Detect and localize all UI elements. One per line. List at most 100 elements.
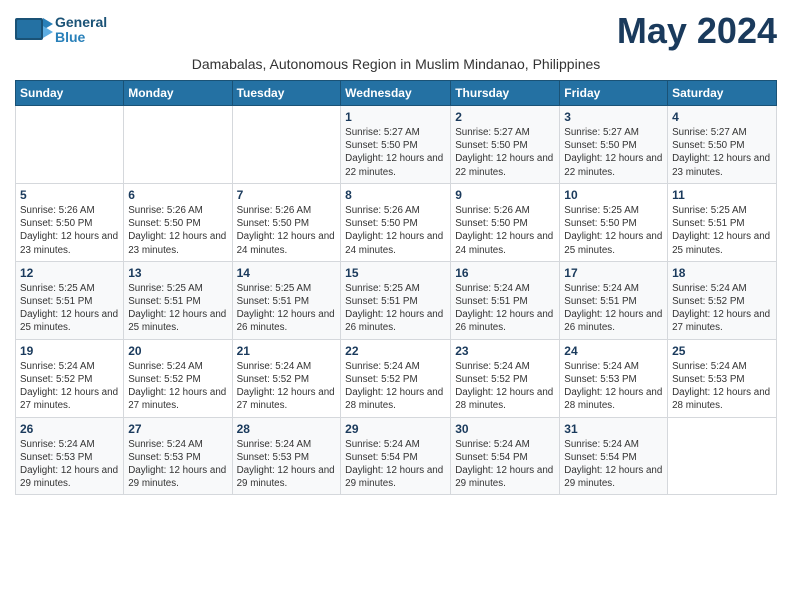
day-info: Sunrise: 5:25 AMSunset: 5:51 PMDaylight:…: [237, 282, 337, 335]
week-row-5: 26 Sunrise: 5:24 AMSunset: 5:53 PMDayligh…: [16, 417, 777, 495]
day-number: 7: [237, 188, 337, 202]
logo-blue: Blue: [55, 30, 107, 45]
week-row-1: 1 Sunrise: 5:27 AMSunset: 5:50 PMDaylight…: [16, 106, 777, 184]
day-number: 4: [672, 110, 772, 124]
logo-icon: [15, 14, 53, 46]
day-number: 10: [564, 188, 663, 202]
calendar-cell: 14 Sunrise: 5:25 AMSunset: 5:51 PMDayligh…: [232, 261, 341, 339]
calendar-cell: 29 Sunrise: 5:24 AMSunset: 5:54 PMDayligh…: [341, 417, 451, 495]
day-info: Sunrise: 5:24 AMSunset: 5:51 PMDaylight:…: [564, 282, 663, 335]
day-number: 21: [237, 344, 337, 358]
day-number: 11: [672, 188, 772, 202]
calendar-cell: 5Sunrise: 5:26 AMSunset: 5:50 PMDaylight…: [16, 183, 124, 261]
day-number: 30: [455, 422, 555, 436]
calendar-cell: 26 Sunrise: 5:24 AMSunset: 5:53 PMDayligh…: [16, 417, 124, 495]
day-info: Sunrise: 5:24 AMSunset: 5:53 PMDaylight:…: [564, 360, 663, 413]
day-info: Sunrise: 5:27 AMSunset: 5:50 PMDaylight:…: [672, 126, 772, 179]
day-number: 31: [564, 422, 663, 436]
calendar-cell: 2 Sunrise: 5:27 AMSunset: 5:50 PMDaylight…: [451, 106, 560, 184]
day-header-wednesday: Wednesday: [341, 81, 451, 106]
week-row-4: 19 Sunrise: 5:24 AMSunset: 5:52 PMDayligh…: [16, 339, 777, 417]
calendar-cell: 3 Sunrise: 5:27 AMSunset: 5:50 PMDaylight…: [560, 106, 668, 184]
day-info: Sunrise: 5:27 AMSunset: 5:50 PMDaylight:…: [564, 126, 663, 179]
calendar-cell: 20Sunrise: 5:24 AMSunset: 5:52 PMDayligh…: [124, 339, 232, 417]
day-info: Sunrise: 5:24 AMSunset: 5:53 PMDaylight:…: [20, 438, 119, 491]
day-number: 26: [20, 422, 119, 436]
calendar-cell: 9 Sunrise: 5:26 AMSunset: 5:50 PMDaylight…: [451, 183, 560, 261]
calendar-cell: 12 Sunrise: 5:25 AMSunset: 5:51 PMDayligh…: [16, 261, 124, 339]
calendar-cell: 8 Sunrise: 5:26 AMSunset: 5:50 PMDaylight…: [341, 183, 451, 261]
day-info: Sunrise: 5:27 AMSunset: 5:50 PMDaylight:…: [345, 126, 446, 179]
day-info: Sunrise: 5:24 AMSunset: 5:53 PMDaylight:…: [672, 360, 772, 413]
day-header-thursday: Thursday: [451, 81, 560, 106]
calendar-cell: 19Sunrise: 5:24 AMSunset: 5:52 PMDayligh…: [16, 339, 124, 417]
month-title: May 2024: [617, 10, 777, 52]
calendar-cell: 4 Sunrise: 5:27 AMSunset: 5:50 PMDaylight…: [668, 106, 777, 184]
calendar-cell: 15Sunrise: 5:25 AMSunset: 5:51 PMDayligh…: [341, 261, 451, 339]
calendar-cell: 13Sunrise: 5:25 AMSunset: 5:51 PMDayligh…: [124, 261, 232, 339]
day-header-friday: Friday: [560, 81, 668, 106]
day-info: Sunrise: 5:26 AMSunset: 5:50 PMDaylight:…: [455, 204, 555, 257]
calendar-table: SundayMondayTuesdayWednesdayThursdayFrid…: [15, 80, 777, 495]
calendar-cell: 18 Sunrise: 5:24 AMSunset: 5:52 PMDayligh…: [668, 261, 777, 339]
week-row-2: 5 Sunrise: 5:26 AMSunset: 5:50 PMDaylight…: [16, 183, 777, 261]
day-number: 20: [128, 344, 227, 358]
calendar-cell: 31 Sunrise: 5:24 AMSunset: 5:54 PMDayligh…: [560, 417, 668, 495]
day-number: 28: [237, 422, 337, 436]
calendar-cell: 17 Sunrise: 5:24 AMSunset: 5:51 PMDayligh…: [560, 261, 668, 339]
day-number: 9: [455, 188, 555, 202]
calendar-cell: 24Sunrise: 5:24 AMSunset: 5:53 PMDayligh…: [560, 339, 668, 417]
day-number: 5: [20, 188, 119, 202]
day-number: 19: [20, 344, 119, 358]
day-header-sunday: Sunday: [16, 81, 124, 106]
calendar-cell: 7 Sunrise: 5:26 AMSunset: 5:50 PMDaylight…: [232, 183, 341, 261]
day-number: 18: [672, 266, 772, 280]
logo-text: General Blue: [55, 15, 107, 46]
calendar-cell: 11Sunrise: 5:25 AMSunset: 5:51 PMDayligh…: [668, 183, 777, 261]
header: General Blue May 2024: [15, 10, 777, 52]
logo-general: General: [55, 15, 107, 30]
day-info: Sunrise: 5:24 AMSunset: 5:54 PMDaylight:…: [345, 438, 446, 491]
day-number: 22: [345, 344, 446, 358]
day-info: Sunrise: 5:24 AMSunset: 5:51 PMDaylight:…: [455, 282, 555, 335]
day-number: 3: [564, 110, 663, 124]
calendar-cell: [16, 106, 124, 184]
day-info: Sunrise: 5:24 AMSunset: 5:53 PMDaylight:…: [237, 438, 337, 491]
calendar-cell: 25 Sunrise: 5:24 AMSunset: 5:53 PMDayligh…: [668, 339, 777, 417]
day-header-saturday: Saturday: [668, 81, 777, 106]
day-number: 1: [345, 110, 446, 124]
calendar-cell: 30Sunrise: 5:24 AMSunset: 5:54 PMDayligh…: [451, 417, 560, 495]
day-info: Sunrise: 5:24 AMSunset: 5:52 PMDaylight:…: [672, 282, 772, 335]
day-info: Sunrise: 5:24 AMSunset: 5:52 PMDaylight:…: [345, 360, 446, 413]
day-number: 12: [20, 266, 119, 280]
day-info: Sunrise: 5:26 AMSunset: 5:50 PMDaylight:…: [128, 204, 227, 257]
day-number: 2: [455, 110, 555, 124]
day-header-tuesday: Tuesday: [232, 81, 341, 106]
day-info: Sunrise: 5:24 AMSunset: 5:54 PMDaylight:…: [564, 438, 663, 491]
day-number: 25: [672, 344, 772, 358]
day-info: Sunrise: 5:25 AMSunset: 5:51 PMDaylight:…: [128, 282, 227, 335]
day-info: Sunrise: 5:24 AMSunset: 5:52 PMDaylight:…: [455, 360, 555, 413]
day-info: Sunrise: 5:26 AMSunset: 5:50 PMDaylight:…: [237, 204, 337, 257]
day-number: 17: [564, 266, 663, 280]
calendar-cell: 22 Sunrise: 5:24 AMSunset: 5:52 PMDayligh…: [341, 339, 451, 417]
calendar-cell: 1 Sunrise: 5:27 AMSunset: 5:50 PMDaylight…: [341, 106, 451, 184]
day-header-monday: Monday: [124, 81, 232, 106]
calendar-cell: [124, 106, 232, 184]
calendar-cell: 16Sunrise: 5:24 AMSunset: 5:51 PMDayligh…: [451, 261, 560, 339]
day-number: 8: [345, 188, 446, 202]
calendar-cell: 6Sunrise: 5:26 AMSunset: 5:50 PMDaylight…: [124, 183, 232, 261]
day-number: 29: [345, 422, 446, 436]
day-info: Sunrise: 5:26 AMSunset: 5:50 PMDaylight:…: [345, 204, 446, 257]
day-info: Sunrise: 5:24 AMSunset: 5:53 PMDaylight:…: [128, 438, 227, 491]
calendar-cell: 21Sunrise: 5:24 AMSunset: 5:52 PMDayligh…: [232, 339, 341, 417]
day-number: 23: [455, 344, 555, 358]
calendar-cell: 23 Sunrise: 5:24 AMSunset: 5:52 PMDayligh…: [451, 339, 560, 417]
day-info: Sunrise: 5:27 AMSunset: 5:50 PMDaylight:…: [455, 126, 555, 179]
calendar-cell: 28 Sunrise: 5:24 AMSunset: 5:53 PMDayligh…: [232, 417, 341, 495]
calendar-cell: [232, 106, 341, 184]
logo: General Blue: [15, 14, 107, 46]
day-info: Sunrise: 5:25 AMSunset: 5:51 PMDaylight:…: [20, 282, 119, 335]
subtitle: Damabalas, Autonomous Region in Muslim M…: [15, 56, 777, 72]
day-number: 14: [237, 266, 337, 280]
